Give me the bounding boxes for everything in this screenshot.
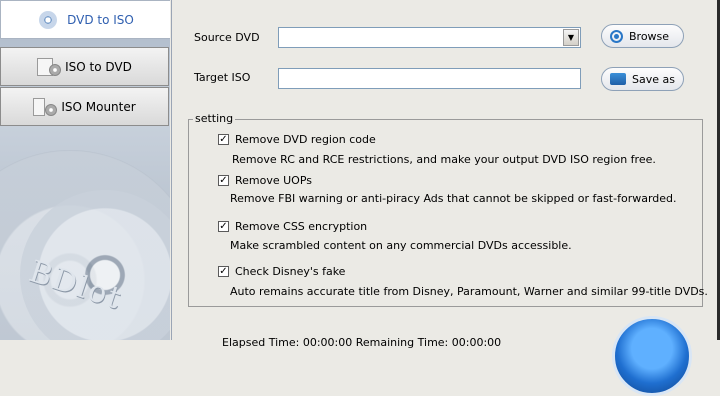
- target-iso-input[interactable]: [278, 68, 581, 89]
- option-label: Remove CSS encryption: [235, 220, 368, 233]
- option-description: Auto remains accurate title from Disney,…: [230, 285, 708, 298]
- checkbox-remove-uops[interactable]: ✓: [218, 175, 229, 186]
- mounter-icon: [33, 97, 58, 116]
- tab-iso-to-dvd[interactable]: ISO to DVD: [0, 47, 169, 86]
- sidebar: BDlot DVD to ISO ISO to DVD ISO Mounter: [0, 0, 170, 340]
- start-button[interactable]: [612, 316, 692, 396]
- option-label: Remove DVD region code: [235, 133, 376, 146]
- option-description: Remove FBI warning or anti-piracy Ads th…: [230, 192, 677, 205]
- tab-label: ISO Mounter: [61, 99, 136, 114]
- tab-label: ISO to DVD: [65, 59, 132, 74]
- main-panel: Source DVD ▼ Browse Target ISO Save as s…: [171, 0, 720, 396]
- checkbox-remove-region[interactable]: ✓: [218, 134, 229, 145]
- option-description: Remove RC and RCE restrictions, and make…: [232, 153, 656, 166]
- target-iso-label: Target ISO: [194, 71, 251, 84]
- tab-label: DVD to ISO: [67, 12, 134, 27]
- document-cd-icon: [37, 57, 62, 76]
- source-dvd-label: Source DVD: [194, 31, 260, 44]
- setting-group: setting ✓ Remove DVD region code Remove …: [188, 112, 708, 307]
- folder-icon: [610, 73, 626, 85]
- browse-icon: [610, 29, 623, 43]
- checkbox-check-disney[interactable]: ✓: [218, 266, 229, 277]
- tab-iso-mounter[interactable]: ISO Mounter: [0, 87, 169, 126]
- tab-dvd-to-iso[interactable]: DVD to ISO: [0, 0, 170, 39]
- source-dvd-select[interactable]: ▼: [278, 27, 581, 48]
- option-label: Remove UOPs: [235, 174, 313, 187]
- cd-icon: [39, 10, 61, 29]
- option-description: Make scrambled content on any commercial…: [230, 239, 572, 252]
- setting-legend: setting: [193, 112, 236, 125]
- checkbox-remove-css[interactable]: ✓: [218, 221, 229, 232]
- time-status: Elapsed Time: 00:00:00 Remaining Time: 0…: [222, 336, 502, 349]
- save-as-button[interactable]: Save as: [601, 67, 684, 91]
- option-label: Check Disney's fake: [235, 265, 346, 278]
- chevron-down-icon[interactable]: ▼: [563, 29, 579, 46]
- browse-button[interactable]: Browse: [601, 24, 684, 48]
